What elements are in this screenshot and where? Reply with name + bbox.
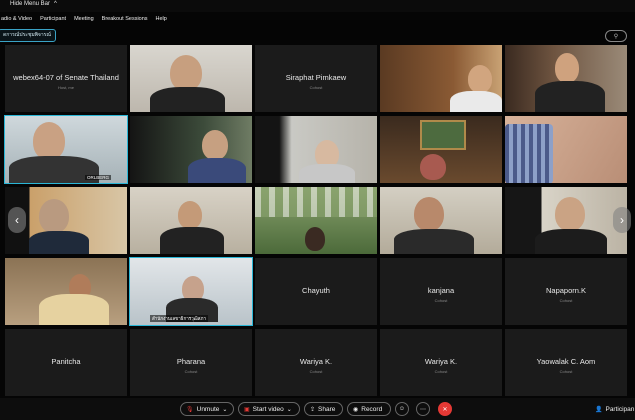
share-label: Share: [318, 405, 336, 413]
participant-video[interactable]: [255, 116, 377, 183]
menu-audio-video[interactable]: adio & Video: [0, 16, 33, 22]
participant-tile[interactable]: kanjana Cohost: [380, 258, 502, 325]
participant-role: Cohost: [434, 369, 448, 374]
participant-video[interactable]: [380, 45, 502, 112]
share-button[interactable]: ⇪ Share: [304, 402, 343, 416]
meeting-info-button[interactable]: ดการณ์ประชุมพิจารณ์: [0, 29, 56, 42]
participant-role: Cohost: [184, 369, 198, 374]
chevron-right-icon: ›: [620, 213, 624, 227]
participant-video[interactable]: [130, 45, 252, 112]
leave-meeting-button[interactable]: ✕: [438, 402, 452, 416]
participant-video[interactable]: สำนักงานเลขาธิการวุฒิสภา: [129, 257, 253, 326]
participant-name: Wariya K.: [424, 357, 458, 366]
more-icon: ⋯: [420, 406, 426, 413]
participant-video[interactable]: [5, 258, 127, 325]
video-off-icon: ▣: [244, 406, 250, 413]
close-icon: ✕: [442, 406, 448, 413]
participant-video[interactable]: [505, 45, 627, 112]
participant-name: Panitcha: [51, 357, 81, 366]
reactions-button[interactable]: ☺: [395, 402, 409, 416]
chevron-down-icon: ⌄: [222, 406, 228, 413]
participant-tile[interactable]: Chayuth: [255, 258, 377, 325]
participant-name: Yaowalak C. Aom: [536, 357, 596, 366]
participant-tile[interactable]: Yaowalak C. Aom Cohost: [505, 329, 627, 396]
participant-name: webex64-07 of Senate Thailand: [13, 73, 119, 82]
meeting-toolbar: ดการณ์ประชุมพิจารณ์ ⚲: [0, 27, 635, 43]
search-toggle[interactable]: ⚲: [605, 30, 627, 42]
unmute-label: Unmute: [196, 405, 220, 413]
unmute-button[interactable]: 🎙 Unmute ⌄: [180, 402, 234, 416]
participant-video[interactable]: [255, 187, 377, 254]
record-icon: ◉: [353, 406, 359, 413]
participant-role: Cohost: [559, 369, 573, 374]
hide-menu-bar-toggle[interactable]: Hide Menu Bar ^: [10, 1, 57, 7]
menu-breakout-sessions[interactable]: Breakout Sessions: [101, 16, 149, 22]
record-button[interactable]: ◉ Record: [347, 402, 391, 416]
participant-role: Cohost: [434, 298, 448, 303]
participant-tile[interactable]: Siraphat Pimkaew Cohost: [255, 45, 377, 112]
previous-page-button[interactable]: ‹: [8, 207, 26, 233]
participant-tile[interactable]: webex64-07 of Senate Thailand Host, me: [5, 45, 127, 112]
start-video-label: Start video: [252, 405, 284, 413]
participant-tile[interactable]: Pharana Cohost: [130, 329, 252, 396]
participant-role: Cohost: [309, 85, 323, 90]
participant-video[interactable]: [505, 116, 627, 183]
participant-video[interactable]: [130, 116, 252, 183]
participants-label: Participan: [605, 405, 635, 413]
menu-bar: adio & Video Participant Meeting Breakou…: [0, 13, 635, 25]
video-caption: สำนักงานเลขาธิการวุฒิสภา: [150, 315, 209, 322]
participant-name: Wariya K.: [299, 357, 333, 366]
more-options-button[interactable]: ⋯: [416, 402, 430, 416]
start-video-button[interactable]: ▣ Start video ⌄: [238, 402, 300, 416]
menu-participant[interactable]: Participant: [39, 16, 67, 22]
participant-role: Cohost: [309, 369, 323, 374]
participant-video[interactable]: ORLBERG: [4, 115, 128, 184]
participant-name: Siraphat Pimkaew: [285, 73, 347, 82]
chevron-up-icon: ^: [54, 1, 57, 7]
search-icon: ⚲: [613, 33, 619, 40]
participant-grid: webex64-07 of Senate Thailand Host, me S…: [4, 45, 630, 398]
participant-name: Pharana: [176, 357, 206, 366]
next-page-button[interactable]: ›: [613, 207, 631, 233]
microphone-muted-icon: 🎙: [186, 406, 194, 413]
participants-panel-button[interactable]: 👤 Participan: [590, 402, 635, 416]
participant-tile[interactable]: Wariya K. Cohost: [255, 329, 377, 396]
people-icon: 👤: [595, 406, 603, 413]
participant-video[interactable]: [130, 187, 252, 254]
participant-video[interactable]: [505, 187, 627, 254]
participant-tile[interactable]: Panitcha: [5, 329, 127, 396]
participant-tile[interactable]: Wariya K. Cohost: [380, 329, 502, 396]
menu-meeting[interactable]: Meeting: [73, 16, 95, 22]
participant-video[interactable]: [380, 187, 502, 254]
hide-menu-bar-label: Hide Menu Bar: [10, 1, 51, 7]
participant-name: Chayuth: [302, 286, 330, 295]
chevron-down-icon: ⌄: [286, 406, 292, 413]
record-label: Record: [361, 405, 383, 413]
participant-name: Napaporn.K: [545, 286, 587, 295]
participant-tile[interactable]: Napaporn.K Cohost: [505, 258, 627, 325]
video-caption: ORLBERG: [85, 175, 112, 180]
participant-role: Cohost: [559, 298, 573, 303]
emoji-icon: ☺: [398, 406, 406, 412]
menu-help[interactable]: Help: [155, 16, 168, 22]
top-bar: Hide Menu Bar ^: [0, 0, 635, 12]
participant-role: Host, me: [57, 85, 74, 90]
participant-video[interactable]: [380, 116, 502, 183]
chevron-left-icon: ‹: [15, 213, 19, 227]
share-icon: ⇪: [310, 406, 316, 413]
participant-name: kanjana: [427, 286, 455, 295]
control-bar: 🎙 Unmute ⌄ ▣ Start video ⌄ ⇪ Share ◉ Rec…: [0, 398, 635, 420]
